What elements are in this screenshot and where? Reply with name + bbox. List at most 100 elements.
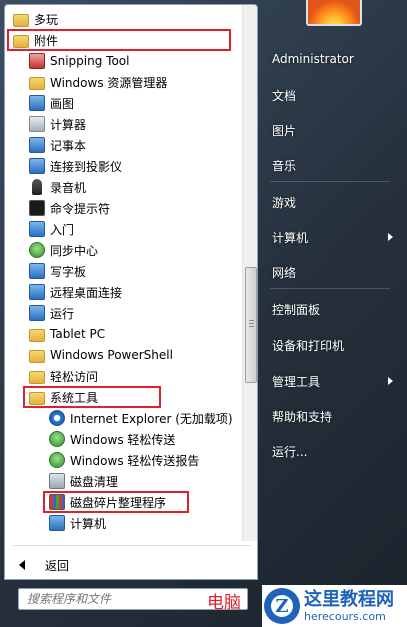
program-label: Windows 资源管理器	[50, 75, 168, 90]
user-avatar-flower[interactable]	[306, 0, 362, 26]
program-label: Tablet PC	[50, 327, 106, 341]
program-list-scrollbar[interactable]	[242, 5, 257, 541]
program-label: 计算机	[70, 516, 107, 531]
ie-icon	[49, 410, 65, 426]
program-label: 轻松访问	[50, 369, 99, 384]
calculator-icon	[29, 116, 45, 132]
program-label: Windows 轻松传送报告	[70, 453, 200, 468]
program-item-remote-desktop[interactable]: 远程桌面连接	[29, 282, 122, 302]
panel-divider	[13, 545, 251, 546]
watermark-texts: 这里教程网 herecours.com	[304, 588, 394, 623]
program-item-duowan[interactable]: 多玩	[13, 9, 58, 29]
program-label: Internet Explorer (无加载项)	[70, 411, 233, 426]
program-item-sync-center[interactable]: 同步中心	[29, 240, 98, 260]
right-item-admin-tools[interactable]: 管理工具	[272, 373, 320, 390]
back-button[interactable]: 返回	[19, 556, 69, 574]
explorer-icon	[29, 76, 45, 90]
program-item-cmd[interactable]: 命令提示符	[29, 198, 110, 218]
program-item-ie-no-addons[interactable]: Internet Explorer (无加载项)	[49, 408, 233, 428]
programs-panel: 多玩 附件 Snipping Tool Windows 资源管理器 画图 计算器…	[4, 4, 258, 580]
program-label: 同步中心	[50, 243, 99, 258]
right-item-music[interactable]: 音乐	[272, 157, 296, 174]
remote-desktop-icon	[29, 284, 45, 300]
right-item-help-support[interactable]: 帮助和支持	[272, 408, 332, 425]
scroll-grip-line	[249, 320, 254, 321]
program-item-explorer[interactable]: Windows 资源管理器	[29, 72, 167, 92]
scroll-grip-line	[249, 326, 254, 327]
program-label: 命令提示符	[50, 201, 111, 216]
right-item-network[interactable]: 网络	[272, 264, 296, 281]
watermark-url: herecours.com	[304, 609, 386, 623]
back-label: 返回	[45, 558, 70, 573]
program-item-run[interactable]: 运行	[29, 303, 74, 323]
watermark-title: 这里教程网	[304, 588, 394, 610]
program-item-calculator[interactable]: 计算器	[29, 114, 86, 134]
submenu-arrow-icon	[388, 377, 393, 385]
program-label: 记事本	[50, 138, 87, 153]
folder-icon	[13, 13, 29, 27]
program-item-paint[interactable]: 画图	[29, 93, 74, 113]
highlight-box-accessories	[7, 29, 231, 51]
projector-icon	[29, 158, 45, 174]
program-item-snipping-tool[interactable]: Snipping Tool	[29, 51, 129, 71]
program-item-disk-cleanup[interactable]: 磁盘清理	[49, 471, 118, 491]
program-label: Snipping Tool	[50, 54, 130, 68]
right-item-documents[interactable]: 文档	[272, 87, 296, 104]
right-item-computer[interactable]: 计算机	[272, 229, 308, 246]
back-arrow-icon	[19, 560, 25, 570]
program-item-easy-transfer-report[interactable]: Windows 轻松传送报告	[49, 450, 199, 470]
right-item-administrator[interactable]: Administrator	[272, 52, 354, 66]
highlight-box-system-tools	[23, 386, 161, 408]
program-label: 运行	[50, 306, 75, 321]
paint-icon	[29, 95, 45, 111]
program-label: 写字板	[50, 264, 87, 279]
folder-icon	[29, 349, 45, 363]
program-label: Windows PowerShell	[50, 348, 173, 362]
cmd-icon	[29, 200, 45, 216]
program-label: 画图	[50, 96, 75, 111]
right-item-run[interactable]: 运行...	[272, 443, 307, 460]
computer-icon	[49, 515, 65, 531]
easy-transfer-icon	[49, 431, 65, 447]
program-label: 录音机	[50, 180, 87, 195]
scroll-grip-line	[249, 323, 254, 324]
all-programs-list: 多玩 附件 Snipping Tool Windows 资源管理器 画图 计算器…	[5, 5, 241, 541]
watermark-logo-icon: Z	[264, 588, 300, 624]
program-item-tablet-pc[interactable]: Tablet PC	[29, 324, 105, 344]
watermark-left-text: 电脑	[207, 593, 241, 613]
program-item-ease-of-access[interactable]: 轻松访问	[29, 366, 98, 386]
disk-cleanup-icon	[49, 473, 65, 489]
snipping-tool-icon	[29, 53, 45, 69]
sync-center-icon	[29, 242, 45, 258]
scrollbar-thumb[interactable]	[245, 267, 257, 383]
right-item-devices-printers[interactable]: 设备和打印机	[272, 337, 344, 354]
program-item-notepad[interactable]: 记事本	[29, 135, 86, 155]
notepad-icon	[29, 137, 45, 153]
program-label: 连接到投影仪	[50, 159, 123, 174]
program-label: 多玩	[34, 12, 59, 27]
program-item-powershell[interactable]: Windows PowerShell	[29, 345, 173, 365]
folder-icon	[29, 328, 45, 342]
submenu-arrow-icon	[388, 233, 393, 241]
site-watermark: Z 这里教程网 herecours.com	[262, 585, 407, 627]
right-separator	[270, 181, 390, 182]
program-item-sound-recorder[interactable]: 录音机	[29, 177, 86, 197]
program-label: 远程桌面连接	[50, 285, 123, 300]
program-label: Windows 轻松传送	[70, 432, 176, 447]
highlight-box-defragmenter	[43, 491, 189, 513]
program-item-computer[interactable]: 计算机	[49, 513, 106, 533]
right-item-control-panel[interactable]: 控制面板	[272, 301, 320, 318]
watermark-logo-letter: Z	[271, 595, 293, 617]
program-label: 计算器	[50, 117, 87, 132]
program-item-getting-started[interactable]: 入门	[29, 219, 74, 239]
program-item-easy-transfer[interactable]: Windows 轻松传送	[49, 429, 175, 449]
right-item-pictures[interactable]: 图片	[272, 122, 296, 139]
folder-icon	[29, 370, 45, 384]
program-label: 入门	[50, 222, 75, 237]
microphone-icon	[32, 179, 42, 195]
program-item-projector[interactable]: 连接到投影仪	[29, 156, 122, 176]
program-item-wordpad[interactable]: 写字板	[29, 261, 86, 281]
wordpad-icon	[29, 263, 45, 279]
program-label: 磁盘清理	[70, 474, 119, 489]
right-item-games[interactable]: 游戏	[272, 194, 296, 211]
